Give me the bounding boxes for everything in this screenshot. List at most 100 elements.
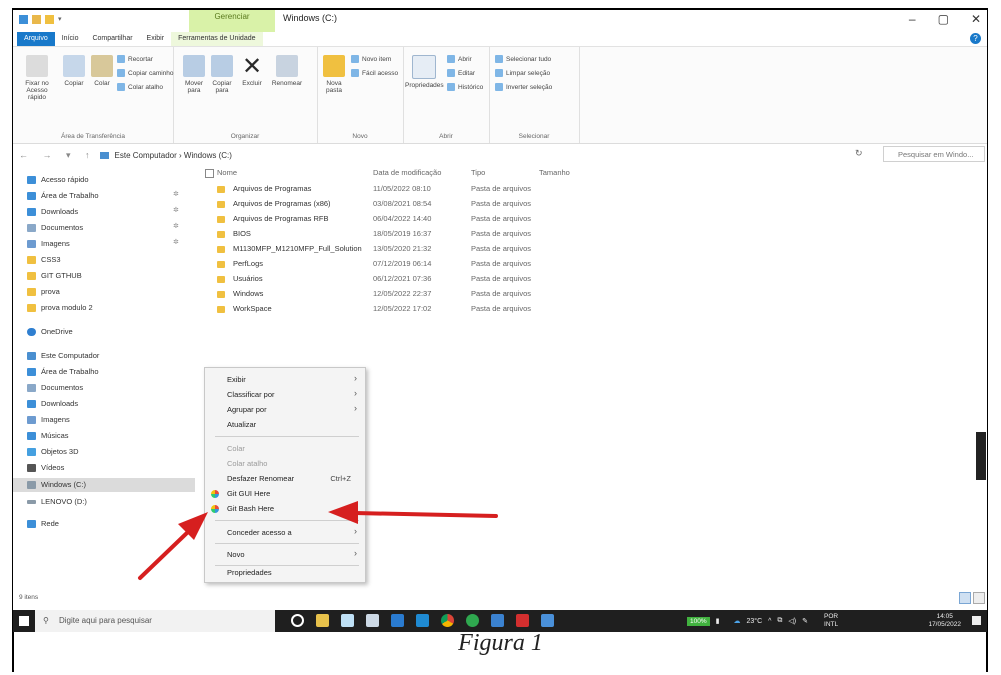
mail-icon[interactable]	[391, 614, 404, 627]
open-button[interactable]: Abrir	[447, 55, 472, 63]
refresh-button[interactable]: ↻	[855, 148, 863, 159]
vscode-icon[interactable]	[416, 614, 429, 627]
copy-path-button[interactable]: Copiar caminho	[117, 69, 174, 77]
edit-button[interactable]: Editar	[447, 69, 475, 77]
nav-item-css3[interactable]: CSS3	[27, 254, 61, 266]
tab-view[interactable]: Exibir	[140, 32, 172, 46]
copy-to-button[interactable]: Copiar para	[209, 55, 235, 94]
menu-item-git-gui[interactable]: Git GUI Here	[227, 487, 270, 501]
paste-shortcut-button[interactable]: Colar atalho	[117, 83, 163, 91]
column-date[interactable]: Data de modificação	[373, 168, 441, 177]
windows-start-icon[interactable]	[19, 616, 29, 626]
details-view-icon[interactable]	[959, 592, 971, 604]
column-name[interactable]: Nome	[217, 168, 237, 177]
select-checkbox-icon[interactable]	[205, 169, 214, 178]
properties-button[interactable]: Propriedades	[405, 55, 444, 89]
chevron-up-icon[interactable]: ^	[768, 618, 771, 625]
menu-item-sort-by[interactable]: Classificar por	[227, 388, 275, 402]
taskbar-search[interactable]: ⚲ Digite aqui para pesquisar	[35, 610, 275, 632]
history-button[interactable]: Histórico	[447, 83, 483, 91]
nav-quick-access[interactable]: Acesso rápido	[27, 174, 89, 186]
new-folder-button[interactable]: Nova pasta	[321, 55, 347, 94]
language-indicator[interactable]: POR INTL	[824, 613, 838, 629]
explorer-icon[interactable]	[341, 614, 354, 627]
new-item-button[interactable]: Novo item	[351, 55, 391, 63]
file-row[interactable]: BIOS 18/05/2019 16:37 Pasta de arquivos	[203, 229, 531, 238]
nav-pc-videos[interactable]: Vídeos	[27, 462, 64, 474]
app-icon[interactable]	[466, 614, 479, 627]
pen-icon[interactable]: ✎	[802, 617, 808, 625]
minimize-button[interactable]: –	[909, 12, 916, 26]
nav-item-git-github[interactable]: GIT GTHUB	[27, 270, 82, 282]
maximize-button[interactable]: ▢	[938, 12, 949, 26]
nav-item-desktop[interactable]: Área de Trabalho	[27, 190, 99, 202]
tab-drive-tools[interactable]: Ferramentas de Unidade	[171, 32, 263, 46]
menu-item-undo-rename[interactable]: Desfazer Renomear	[227, 472, 294, 486]
properties-qat-icon[interactable]	[32, 15, 41, 24]
column-type[interactable]: Tipo	[471, 168, 485, 177]
cut-button[interactable]: Recortar	[117, 55, 153, 63]
store-icon[interactable]	[366, 614, 379, 627]
tab-file[interactable]: Arquivo	[17, 32, 55, 46]
temperature[interactable]: 23°C	[746, 618, 762, 625]
navigation-arrows[interactable]: ← → ▾ ↑	[19, 150, 96, 161]
nav-pc-documents[interactable]: Documentos	[27, 382, 83, 394]
file-row[interactable]: Arquivos de Programas RFB 06/04/2022 14:4…	[203, 214, 531, 223]
explorer-icon[interactable]	[19, 15, 28, 24]
file-row[interactable]: Arquivos de Programas 11/05/2022 08:10 Pas…	[203, 184, 531, 193]
nav-item-prova[interactable]: prova	[27, 286, 60, 298]
document-icon[interactable]	[541, 614, 554, 627]
nav-this-pc[interactable]: Este Computador	[27, 350, 99, 362]
app-icon[interactable]	[491, 614, 504, 627]
file-row[interactable]: Usuários 06/12/2021 07:36 Pasta de arquivo…	[203, 274, 531, 283]
chrome-icon[interactable]	[441, 614, 454, 627]
clear-selection-button[interactable]: Limpar seleção	[495, 69, 550, 77]
nav-network[interactable]: Rede	[27, 518, 59, 530]
menu-item-new[interactable]: Novo	[227, 548, 245, 562]
nav-item-images[interactable]: Imagens	[27, 238, 70, 250]
tab-share[interactable]: Compartilhar	[85, 32, 139, 46]
tab-home[interactable]: Início	[55, 32, 86, 46]
nav-pc-downloads[interactable]: Downloads	[27, 398, 78, 410]
nav-pc-images[interactable]: Imagens	[27, 414, 70, 426]
menu-item-give-access[interactable]: Conceder acesso a	[227, 526, 292, 540]
nav-pc-lenovo-d[interactable]: LENOVO (D:)	[27, 496, 87, 508]
cortana-icon[interactable]	[291, 614, 304, 627]
menu-item-git-bash[interactable]: Git Bash Here	[227, 502, 274, 516]
nav-item-downloads[interactable]: Downloads	[27, 206, 78, 218]
nav-onedrive[interactable]: OneDrive	[27, 326, 73, 338]
clock[interactable]: 14:05 17/05/2022	[928, 613, 961, 629]
file-row[interactable]: Windows 12/05/2022 22:37 Pasta de arquivos	[203, 289, 531, 298]
help-icon[interactable]: ?	[970, 33, 981, 44]
menu-item-refresh[interactable]: Atualizar	[227, 418, 256, 432]
tiles-view-icon[interactable]	[973, 592, 985, 604]
file-row[interactable]: WorkSpace 12/05/2022 17:02 Pasta de arquiv…	[203, 304, 531, 313]
network-tray-icon[interactable]: ⧉	[777, 617, 782, 625]
menu-item-view[interactable]: Exibir	[227, 373, 246, 387]
task-view-icon[interactable]	[316, 614, 329, 627]
breadcrumb[interactable]: Este Computador › Windows (C:)	[115, 151, 232, 160]
nav-item-prova-modulo-2[interactable]: prova modulo 2	[27, 302, 93, 314]
pin-quick-access-button[interactable]: Fixar no Acesso rápido	[19, 55, 55, 101]
volume-icon[interactable]: ◁)	[788, 617, 796, 625]
easy-access-button[interactable]: Fácil acesso	[351, 69, 398, 77]
nav-pc-windows-c[interactable]: Windows (C:)	[27, 479, 86, 491]
rename-button[interactable]: Renomear	[269, 55, 305, 87]
delete-button[interactable]: ✕ Excluir	[239, 55, 265, 88]
pdf-icon[interactable]	[516, 614, 529, 627]
search-input[interactable]: Pesquisar em Windo...	[883, 146, 985, 162]
nav-item-documents[interactable]: Documentos	[27, 222, 83, 234]
file-row[interactable]: M1130MFP_M1210MFP_Full_Solution 13/05/202…	[203, 244, 531, 253]
file-row[interactable]: PerfLogs 07/12/2019 06:14 Pasta de arquivo…	[203, 259, 531, 268]
paste-button[interactable]: Colar	[89, 55, 115, 87]
column-size[interactable]: Tamanho	[539, 168, 570, 177]
new-folder-qat-icon[interactable]	[45, 15, 54, 24]
nav-pc-3d-objects[interactable]: Objetos 3D	[27, 446, 79, 458]
chevron-down-icon[interactable]: ▾	[58, 15, 62, 24]
menu-item-properties[interactable]: Propriedades	[227, 566, 272, 580]
select-all-button[interactable]: Selecionar tudo	[495, 55, 551, 63]
file-row[interactable]: Arquivos de Programas (x86) 03/08/2021 08…	[203, 199, 531, 208]
nav-pc-desktop[interactable]: Área de Trabalho	[27, 366, 99, 378]
battery-indicator[interactable]: 100%	[687, 616, 710, 626]
copy-button[interactable]: Copiar	[61, 55, 87, 87]
